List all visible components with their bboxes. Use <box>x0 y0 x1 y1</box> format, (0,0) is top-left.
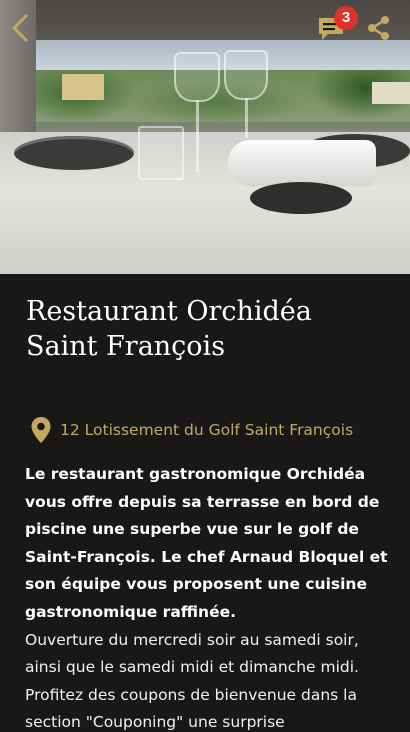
back-button[interactable] <box>6 10 38 46</box>
hero-house-right <box>372 82 410 104</box>
restaurant-name: Restaurant Orchidéa Saint François <box>26 296 312 362</box>
description-hours: Ouverture du mercredi soir au samedi soi… <box>25 630 359 732</box>
hero-wine-stem-2 <box>245 98 248 138</box>
address-text: 12 Lotissement du Golf Saint François <box>60 421 354 439</box>
hero-plate-left <box>14 136 134 170</box>
chevron-left-icon <box>12 14 28 42</box>
hero-water-glass <box>138 126 184 180</box>
hero-wine-glass-1 <box>174 52 220 102</box>
hero-wine-stem-1 <box>196 100 199 172</box>
description-lead: Le restaurant gastronomique Orchidéa vou… <box>25 465 388 621</box>
hero-stone-holder <box>250 182 352 214</box>
restaurant-description: Le restaurant gastronomique Orchidéa vou… <box>25 461 395 732</box>
address-link[interactable]: 12 Lotissement du Golf Saint François <box>30 414 400 446</box>
share-icon <box>368 16 389 40</box>
messages-badge: 3 <box>334 6 358 30</box>
top-bar: 3 <box>0 0 410 56</box>
restaurant-details: Restaurant Orchidéa Saint François 12 Lo… <box>0 274 410 732</box>
share-button[interactable] <box>366 14 392 42</box>
hero-wine-glass-2 <box>224 50 268 100</box>
hero-napkin <box>228 140 376 186</box>
hero-house <box>62 74 104 100</box>
map-pin-icon <box>31 417 51 443</box>
